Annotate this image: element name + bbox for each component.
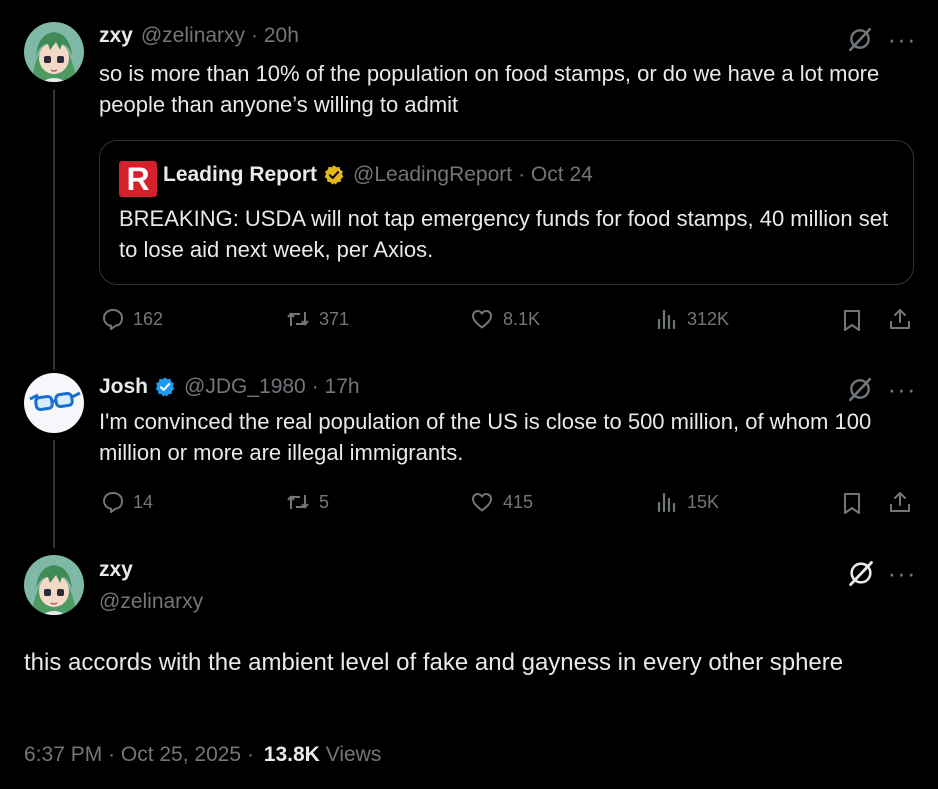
repost-count: 371 [319,308,350,329]
views-button[interactable]: 312K [655,307,729,331]
bookmark-icon [840,490,864,516]
more-options-button[interactable]: ··· [886,560,918,586]
repost-icon [285,490,311,514]
reply-button[interactable]: 14 [101,490,153,514]
views-label: Views [325,743,382,766]
post-1-actions: 162 371 8.1K 312K [99,307,919,337]
post-text: so is more than 10% of the population on… [99,61,880,117]
share-button[interactable] [888,307,920,331]
quote-author-handle[interactable]: @LeadingReport [353,163,512,187]
reply-count: 14 [133,491,154,512]
like-count: 415 [503,491,534,512]
bookmark-button[interactable] [840,307,872,333]
like-icon [469,490,495,514]
grok-icon[interactable] [846,25,874,53]
post-text: I'm convinced the real population of the… [99,409,872,465]
like-button[interactable]: 415 [469,490,533,514]
post-time[interactable]: · 17h [312,375,360,399]
more-options-button[interactable]: ··· [886,376,918,402]
post-timestamp[interactable]: 6:37 PM · Oct 25, 2025 · [24,743,254,766]
post-time[interactable]: · 20h [251,24,299,48]
repost-icon [285,307,311,331]
repost-count: 5 [319,491,330,512]
reply-icon [101,307,125,331]
post-2-actions: 14 5 415 15K [99,490,919,520]
views-icon [655,307,679,331]
anime-avatar-icon[interactable] [24,555,84,615]
author-handle[interactable]: @JDG_1980 [184,375,306,399]
anime-avatar-icon[interactable] [24,22,84,82]
grok-icon[interactable] [846,558,876,588]
post-header: Josh @JDG_1980 · 17h [99,375,360,399]
views-total: 13.8K [263,743,320,766]
bookmark-icon [840,307,864,333]
reply-icon [101,490,125,514]
more-options-button[interactable]: ··· [886,26,918,52]
quote-header: Leading Report @LeadingReport · Oct 24 [163,163,593,187]
thread-line [53,90,55,370]
reply-count: 162 [133,308,164,329]
glasses-avatar-icon[interactable] [24,373,84,433]
author-name[interactable]: zxy [99,558,133,582]
like-count: 8.1K [503,308,541,329]
author-handle[interactable]: @zelinarxy [99,590,203,614]
verified-badge-icon [323,164,345,186]
leading-report-logo: R [119,161,157,197]
verified-badge-icon [154,376,176,398]
share-button[interactable] [888,490,920,514]
post-header: zxy @zelinarxy · 20h [99,24,299,48]
author-handle[interactable]: @zelinarxy [141,24,245,48]
quote-author-name[interactable]: Leading Report [163,163,317,187]
quoted-post[interactable]: R Leading Report @LeadingReport · Oct 24… [99,140,914,285]
share-icon [888,307,912,331]
repost-button[interactable]: 5 [285,490,329,514]
like-button[interactable]: 8.1K [469,307,540,331]
views-button[interactable]: 15K [655,490,719,514]
views-icon [655,490,679,514]
quote-text: BREAKING: USDA will not tap emergency fu… [119,206,889,262]
like-icon [469,307,495,331]
views-count: 15K [687,491,720,512]
repost-button[interactable]: 371 [285,307,349,331]
reply-button[interactable]: 162 [101,307,163,331]
share-icon [888,490,912,514]
views-count: 312K [687,308,730,329]
quote-time[interactable]: · Oct 24 [518,163,593,187]
bookmark-button[interactable] [840,490,872,516]
grok-icon[interactable] [846,375,874,403]
main-post-text: this accords with the ambient level of f… [24,649,844,676]
thread-line [53,440,55,548]
author-name[interactable]: Josh [99,375,148,399]
post-meta: 6:37 PM · Oct 25, 2025 · 13.8K Views [24,743,381,767]
logo-letter: R [126,160,150,197]
author-name[interactable]: zxy [99,24,133,48]
